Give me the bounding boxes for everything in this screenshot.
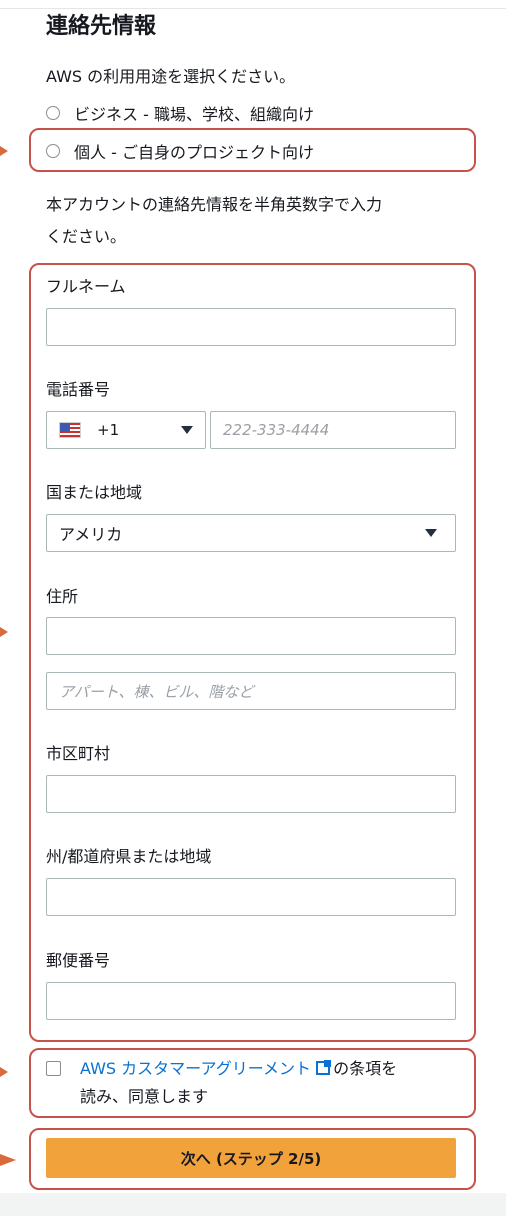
annotation-arrow-icon: [0, 627, 8, 637]
radio-label-business: ビジネス - 職場、学校、組織向け: [74, 105, 314, 124]
radio-business[interactable]: ビジネス - 職場、学校、組織向け: [46, 102, 314, 124]
annotation-box-agreement: [29, 1048, 476, 1118]
annotation-box-next: [29, 1128, 476, 1190]
annotation-box-form: [29, 263, 476, 1042]
page-footer-band: [0, 1193, 506, 1216]
top-divider: [0, 8, 506, 9]
instruction-line-1: 本アカウントの連絡先情報を半角英数字で入力: [46, 195, 383, 214]
section-title: 連絡先情報: [46, 14, 157, 39]
usage-prompt: AWS の利用用途を選択ください。: [46, 67, 296, 86]
annotation-box-personal: [29, 128, 476, 172]
annotation-arrow-icon: [0, 1067, 8, 1077]
annotation-arrow-icon: [0, 146, 8, 156]
radio-circle-business[interactable]: [46, 106, 60, 120]
instruction-line-2: ください。: [46, 227, 127, 246]
annotation-arrow-icon: [0, 1154, 16, 1166]
